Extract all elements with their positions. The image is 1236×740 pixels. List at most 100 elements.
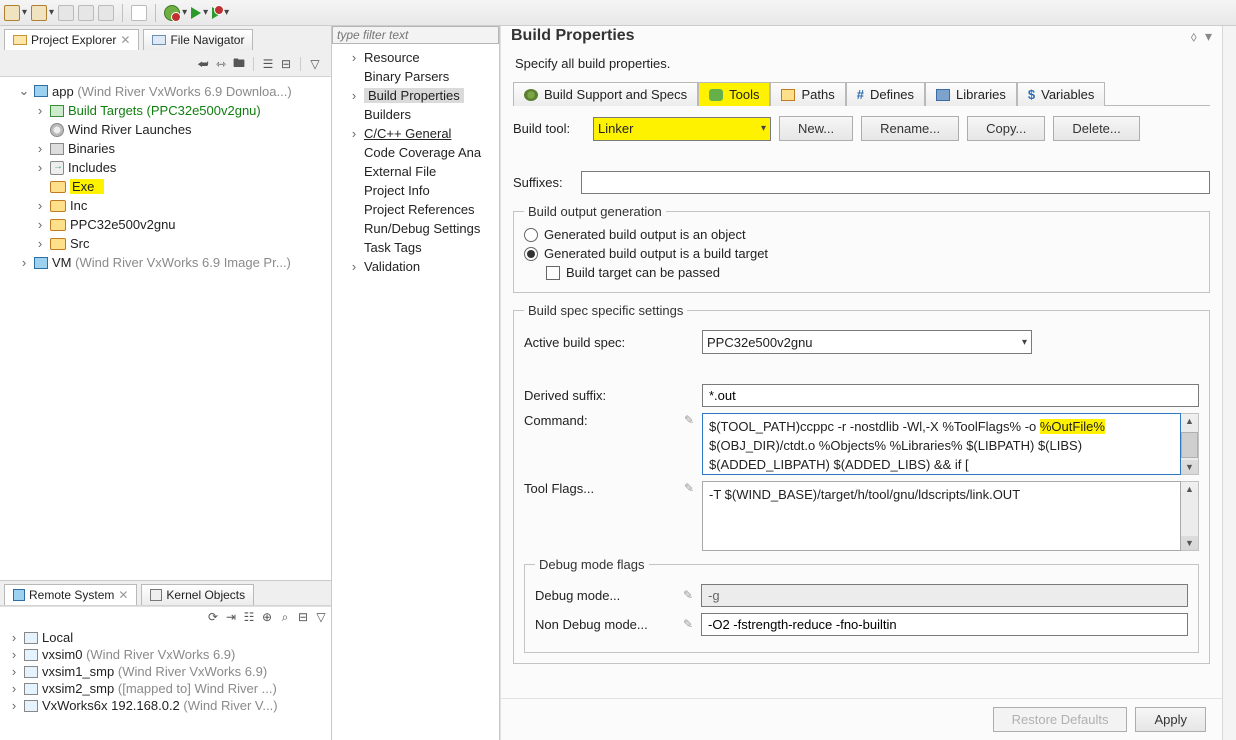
prop-builders[interactable]: Builders — [364, 107, 411, 122]
radio-output-object[interactable] — [524, 228, 538, 242]
copy-button[interactable]: Copy... — [967, 116, 1045, 141]
tab-paths[interactable]: Paths — [770, 82, 845, 106]
save-icon[interactable] — [58, 5, 74, 21]
rv-action-icon[interactable]: ⇥ — [223, 609, 239, 625]
prop-validation[interactable]: Validation — [364, 259, 420, 274]
list-item[interactable]: VxWorks6x 192.168.0.2 (Wind River V...) — [42, 698, 278, 713]
new-dropdown-icon[interactable]: ▾ — [22, 7, 27, 18]
rename-button[interactable]: Rename... — [861, 116, 959, 141]
tree-node-exe[interactable]: Exe — [70, 179, 104, 194]
prop-build-properties[interactable]: Build Properties — [364, 88, 464, 103]
expand-icon[interactable]: › — [8, 664, 20, 679]
derived-suffix-input[interactable] — [702, 384, 1199, 407]
prop-project-info[interactable]: Project Info — [364, 183, 430, 198]
view-menu-icon[interactable]: ▽ — [307, 56, 323, 72]
tab-file-navigator[interactable]: File Navigator — [143, 29, 253, 50]
tab-remote-system[interactable]: Remote System ✕ — [4, 584, 137, 605]
suffixes-input[interactable] — [581, 171, 1210, 194]
list-item[interactable]: vxsim0 (Wind River VxWorks 6.9) — [42, 647, 235, 662]
tab-project-explorer[interactable]: Project Explorer ✕ — [4, 29, 139, 50]
tab-build-support[interactable]: Build Support and Specs — [513, 82, 698, 106]
rv-action-icon[interactable]: ⊕ — [259, 609, 275, 625]
scroll-up-icon[interactable]: ▲ — [1181, 482, 1198, 496]
checklist-icon[interactable]: ☰ — [260, 56, 276, 72]
prop-coverage[interactable]: Code Coverage Ana — [364, 145, 481, 160]
rv-action-icon[interactable]: ⌕ — [277, 609, 293, 625]
forward-icon[interactable]: ▾ — [1205, 28, 1212, 45]
run-icon[interactable] — [191, 7, 201, 19]
tree-node-project[interactable]: app (Wind River VxWorks 6.9 Downloa...) — [52, 84, 292, 99]
new-file-icon[interactable] — [31, 5, 47, 21]
close-icon[interactable]: ✕ — [120, 33, 130, 47]
expand-icon[interactable]: › — [34, 103, 46, 118]
command-textarea[interactable]: $(TOOL_PATH)ccppc -r -nostdlib -Wl,-X %T… — [702, 413, 1181, 475]
scrollbar[interactable]: ▲ ▼ — [1181, 481, 1199, 551]
debug-icon[interactable] — [164, 5, 180, 21]
tree-node-src[interactable]: Src — [70, 236, 90, 251]
tree-node-vm[interactable]: VM (Wind River VxWorks 6.9 Image Pr...) — [52, 255, 291, 270]
tab-libraries[interactable]: Libraries — [925, 82, 1017, 106]
project-explorer-tree[interactable]: ⌄ app (Wind River VxWorks 6.9 Downloa...… — [0, 77, 331, 580]
page-scrollbar[interactable] — [1222, 26, 1236, 740]
tab-variables[interactable]: $Variables — [1017, 82, 1105, 106]
pencil-icon[interactable]: ✎ — [684, 413, 694, 427]
scroll-up-icon[interactable]: ▲ — [1181, 414, 1198, 428]
prop-project-refs[interactable]: Project References — [364, 202, 475, 217]
close-icon[interactable]: ✕ — [118, 588, 128, 602]
expand-icon[interactable]: › — [8, 681, 20, 696]
run-dropdown-icon[interactable]: ▾ — [203, 7, 208, 18]
rv-action-icon[interactable]: ⊟ — [295, 609, 311, 625]
print-icon[interactable] — [98, 5, 114, 21]
radio-output-build-target[interactable] — [524, 247, 538, 261]
expand-icon[interactable]: › — [8, 647, 20, 662]
tab-kernel-objects[interactable]: Kernel Objects — [141, 584, 254, 605]
debug-dropdown-icon[interactable]: ▾ — [182, 7, 187, 18]
tab-defines[interactable]: #Defines — [846, 82, 925, 106]
debug-mode-input[interactable] — [701, 584, 1188, 607]
run-last-icon[interactable] — [212, 7, 222, 19]
apply-button[interactable]: Apply — [1135, 707, 1206, 732]
link-icon[interactable]: ⇿ — [213, 56, 229, 72]
prop-task-tags[interactable]: Task Tags — [364, 240, 422, 255]
expand-icon[interactable]: › — [8, 630, 20, 645]
restore-defaults-button[interactable]: Restore Defaults — [993, 707, 1128, 732]
prop-external-file[interactable]: External File — [364, 164, 436, 179]
scrollbar[interactable]: ▲ ▼ — [1181, 413, 1199, 475]
expand-icon[interactable]: › — [34, 236, 46, 251]
tree-node-build-targets[interactable]: Build Targets (PPC32e500v2gnu) — [68, 103, 261, 118]
focus-icon[interactable]: 🖿 — [231, 56, 247, 72]
back-icon[interactable]: ⮨ — [195, 56, 211, 72]
expand-icon[interactable]: › — [348, 259, 360, 274]
rv-action-icon[interactable]: ⟳ — [205, 609, 221, 625]
expand-icon[interactable]: › — [18, 255, 30, 270]
rv-action-icon[interactable]: ☷ — [241, 609, 257, 625]
scroll-down-icon[interactable]: ▼ — [1181, 536, 1198, 550]
new-file-dropdown-icon[interactable]: ▾ — [49, 7, 54, 18]
filter-input[interactable] — [332, 26, 499, 44]
tab-tools[interactable]: Tools — [698, 82, 770, 106]
tool-flags-label[interactable]: Tool Flags... — [524, 481, 594, 496]
expand-icon[interactable]: › — [34, 198, 46, 213]
new-icon[interactable] — [4, 5, 20, 21]
expand-icon[interactable]: › — [8, 698, 20, 713]
build-tool-combo[interactable]: Linker▾ — [593, 117, 771, 141]
prop-run-debug[interactable]: Run/Debug Settings — [364, 221, 480, 236]
tree-node-includes[interactable]: Includes — [68, 160, 116, 175]
active-build-spec-combo[interactable]: PPC32e500v2gnu▾ — [702, 330, 1032, 354]
tree-node-spec[interactable]: PPC32e500v2gnu — [70, 217, 176, 232]
list-item[interactable]: Local — [42, 630, 73, 645]
list-item[interactable]: vxsim1_smp (Wind River VxWorks 6.9) — [42, 664, 267, 679]
pencil-icon[interactable]: ✎ — [684, 481, 694, 495]
calendar-icon[interactable] — [131, 5, 147, 21]
rv-action-icon[interactable]: ▽ — [313, 609, 329, 625]
prop-binary-parsers[interactable]: Binary Parsers — [364, 69, 449, 84]
scroll-down-icon[interactable]: ▼ — [1181, 460, 1198, 474]
tree-node-binaries[interactable]: Binaries — [68, 141, 115, 156]
pencil-icon[interactable]: ✎ — [683, 617, 693, 632]
collapse-icon[interactable]: ⊟ — [278, 56, 294, 72]
tree-node-launches[interactable]: Wind River Launches — [68, 122, 192, 137]
expand-icon[interactable]: › — [34, 217, 46, 232]
non-debug-mode-input[interactable] — [701, 613, 1188, 636]
debug-mode-label[interactable]: Debug mode... — [535, 588, 620, 603]
expand-icon[interactable]: ⌄ — [18, 83, 30, 99]
